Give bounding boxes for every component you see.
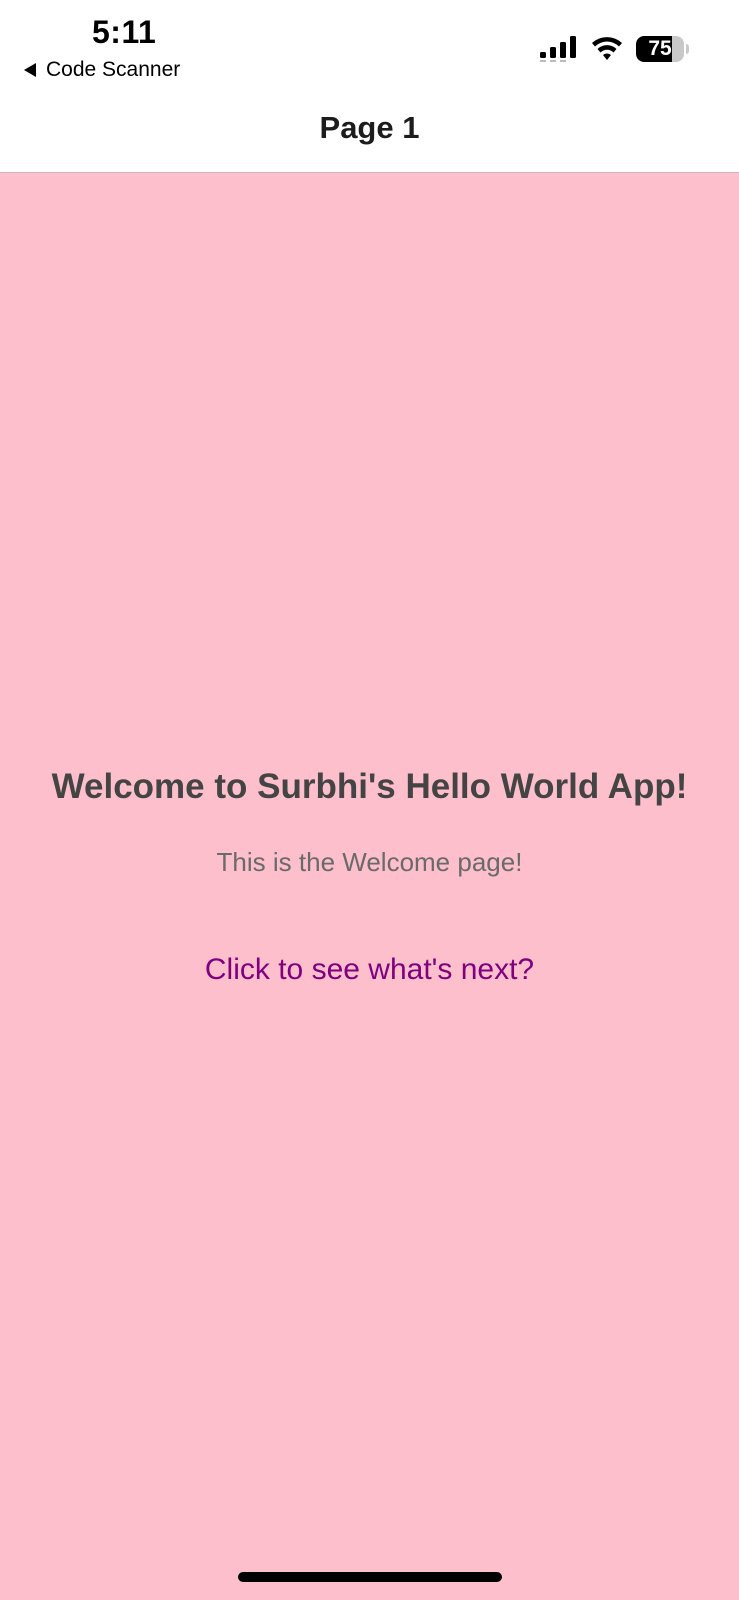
welcome-heading: Welcome to Surbhi's Hello World App! bbox=[51, 767, 688, 806]
back-triangle-icon bbox=[24, 63, 36, 77]
back-app-label: Code Scanner bbox=[46, 58, 181, 81]
wifi-icon bbox=[592, 37, 622, 60]
battery-cap bbox=[686, 44, 689, 54]
page-title: Page 1 bbox=[319, 110, 420, 145]
battery-body: 75 bbox=[636, 36, 684, 62]
next-page-link[interactable]: Click to see what's next? bbox=[0, 953, 739, 987]
status-time: 5:11 bbox=[92, 14, 157, 50]
status-bar: 5:11 Code Scanner 75 bbox=[0, 0, 739, 100]
battery-icon: 75 bbox=[636, 36, 689, 62]
cellular-signal-icon bbox=[540, 36, 576, 62]
battery-level-text: 75 bbox=[648, 37, 672, 60]
back-to-app-button[interactable]: Code Scanner bbox=[24, 58, 180, 82]
welcome-content: Welcome to Surbhi's Hello World App! Thi… bbox=[0, 173, 739, 1600]
navigation-bar: Page 1 bbox=[0, 100, 739, 173]
welcome-subtitle: This is the Welcome page! bbox=[216, 847, 523, 877]
home-indicator[interactable] bbox=[238, 1572, 502, 1582]
